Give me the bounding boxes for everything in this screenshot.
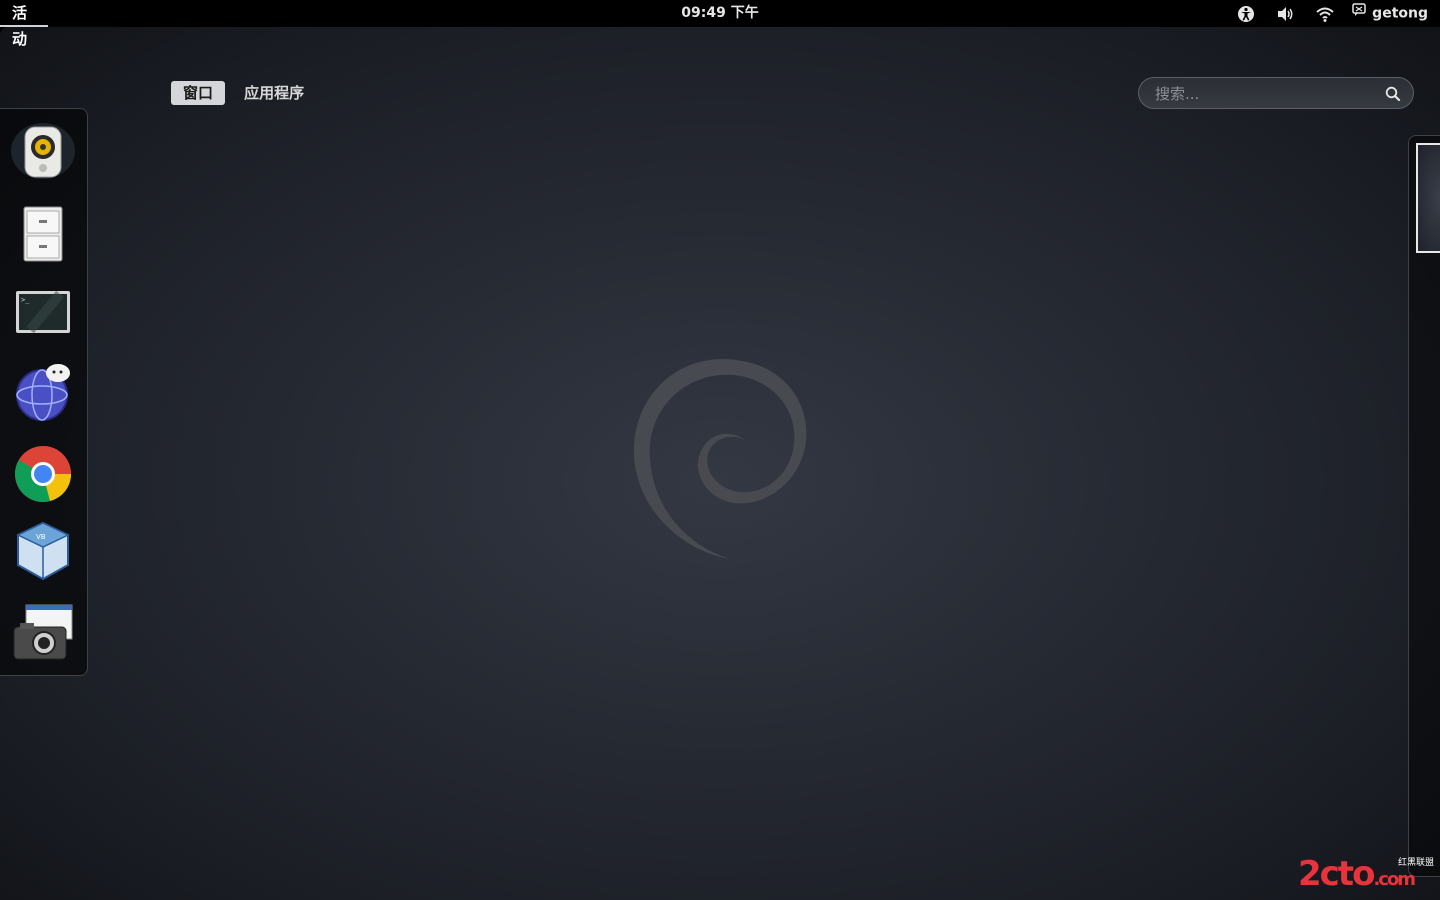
chrome-icon [15,446,71,502]
top-panel: 活动 09:49 下午 getong [0,0,1440,48]
dash-item-rhythmbox[interactable] [10,117,76,183]
dash-item-screenshot[interactable] [10,601,76,667]
workspace-thumbnail-1[interactable] [1416,143,1440,253]
accessibility-icon[interactable] [1236,4,1256,24]
iceweasel-browser-icon [16,364,70,421]
dash-item-virtualbox[interactable]: VB [10,519,76,585]
file-manager-cabinet-icon [23,206,63,262]
tab-applications[interactable]: 应用程序 [232,81,316,105]
dash: >_ VB [0,108,88,676]
screenshot-camera-icon [13,604,73,660]
debian-logo [633,359,807,559]
workspace-switcher [1408,135,1440,877]
watermark-text: 2cto.com [1298,854,1416,894]
dash-item-terminal[interactable]: >_ [10,279,76,345]
dash-item-chrome[interactable] [10,441,76,507]
volume-icon[interactable] [1275,4,1295,24]
search-box[interactable] [1138,77,1414,109]
chat-status-icon [1352,0,1366,27]
search-icon [1385,86,1401,106]
overview: 窗口 应用程序 [0,27,1440,900]
wifi-icon[interactable] [1315,4,1335,24]
user-name: getong [1372,5,1428,22]
svg-text:>_: >_ [21,296,30,304]
dash-item-files[interactable] [10,199,76,265]
dash-item-browser[interactable] [10,359,76,425]
search-input[interactable] [1153,83,1377,105]
user-menu[interactable]: getong [1352,0,1428,27]
virtualbox-icon: VB [16,521,70,581]
rhythmbox-speaker-icon [11,123,75,179]
svg-text:VB: VB [36,533,46,541]
watermark-logo: 2cto.com 红黑联盟 [1298,854,1438,894]
tab-windows[interactable]: 窗口 [171,81,226,105]
watermark-subtext: 红黑联盟 [1397,858,1434,868]
activities-button[interactable]: 活动 [0,0,48,48]
clock[interactable]: 09:49 下午 [0,0,1440,27]
terminal-icon: >_ [16,290,70,334]
view-selector: 窗口 应用程序 [171,81,318,105]
